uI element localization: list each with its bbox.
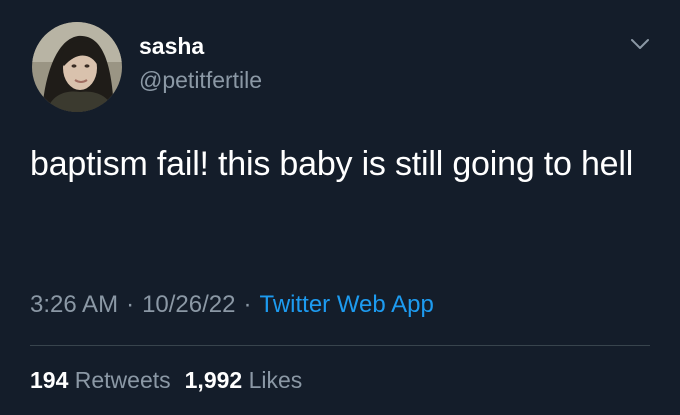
- likes-stat[interactable]: 1,992 Likes: [185, 367, 303, 393]
- likes-label: Likes: [248, 367, 303, 393]
- separator: ·: [126, 291, 135, 318]
- tweet-source-link[interactable]: Twitter Web App: [259, 291, 433, 318]
- tweet-stats: 194 Retweets 1,992 Likes: [30, 367, 302, 394]
- likes-count: 1,992: [184, 367, 243, 393]
- retweets-stat[interactable]: 194 Retweets: [30, 367, 171, 393]
- divider: [30, 345, 650, 346]
- chevron-down-icon[interactable]: [630, 36, 650, 52]
- retweets-count: 194: [30, 367, 69, 393]
- tweet-text: baptism fail! this baby is still going t…: [30, 145, 634, 183]
- tweet-date[interactable]: 10/26/22: [142, 291, 235, 318]
- user-handle[interactable]: @petitfertile: [139, 67, 262, 94]
- tweet-metadata: 3:26 AM · 10/26/22 · Twitter Web App: [30, 291, 434, 319]
- retweets-label: Retweets: [74, 367, 171, 393]
- display-name[interactable]: sasha: [139, 33, 204, 60]
- tweet-card: sasha @petitfertile baptism fail! this b…: [0, 0, 680, 415]
- tweet-time[interactable]: 3:26 AM: [30, 291, 118, 318]
- separator: ·: [243, 291, 252, 318]
- avatar[interactable]: [32, 22, 122, 112]
